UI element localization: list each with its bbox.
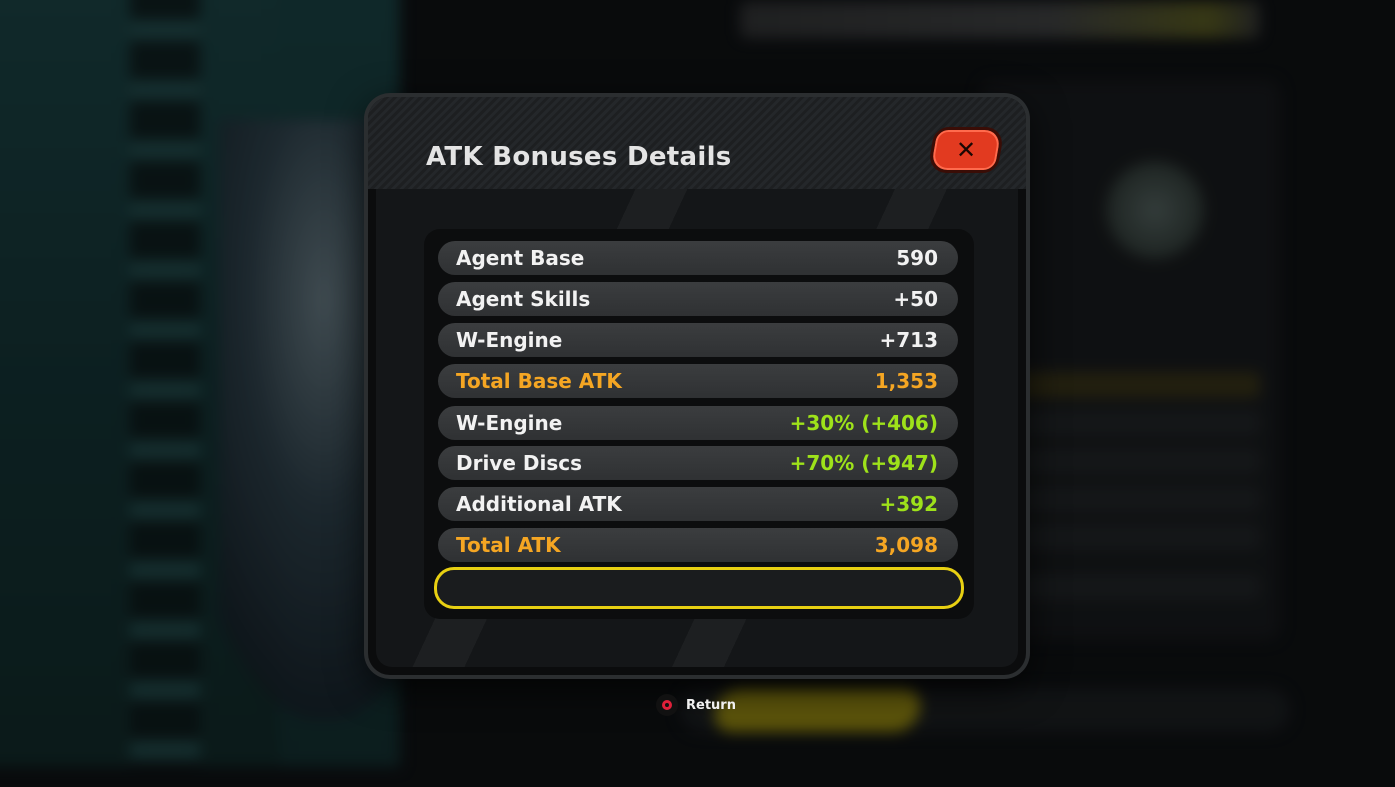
dialog-header: ATK Bonuses Details ✕ [368, 97, 1026, 189]
dialog-body: Agent Base 590 Agent Skills +50 W-Engine… [376, 189, 1018, 667]
close-icon: ✕ [955, 136, 977, 164]
stat-value: +392 [879, 492, 938, 516]
circle-button-icon [656, 694, 678, 716]
selected-row-highlight[interactable] [434, 567, 964, 609]
stat-value: +70% (+947) [789, 451, 938, 475]
stat-row-additional-atk: Additional ATK +392 [438, 487, 958, 521]
return-button[interactable]: Return [656, 692, 736, 718]
stat-value: 3,098 [874, 533, 938, 557]
stat-label: Total ATK [456, 533, 561, 557]
stat-value: 590 [896, 246, 938, 270]
stat-row-total-base-atk: Total Base ATK 1,353 [438, 364, 958, 398]
return-label: Return [686, 697, 736, 713]
stat-row-agent-skills: Agent Skills +50 [438, 282, 958, 316]
stat-label: Additional ATK [456, 492, 622, 516]
stats-panel: Agent Base 590 Agent Skills +50 W-Engine… [424, 229, 974, 619]
stat-row-w-engine-bonus: W-Engine +30% (+406) [438, 406, 958, 440]
close-button[interactable]: ✕ [926, 127, 1006, 173]
stat-value: 1,353 [874, 369, 938, 393]
stat-row-total-atk: Total ATK 3,098 [438, 528, 958, 562]
stat-row-agent-base: Agent Base 590 [438, 241, 958, 275]
stat-label: Drive Discs [456, 451, 583, 475]
stat-label: W-Engine [456, 328, 563, 352]
stat-label: Agent Base [456, 246, 585, 270]
dialog-title: ATK Bonuses Details [426, 142, 732, 172]
stat-label: W-Engine [456, 411, 563, 435]
stat-label: Total Base ATK [456, 369, 622, 393]
atk-bonuses-dialog: ATK Bonuses Details ✕ Agent Base 590 Age… [368, 97, 1026, 675]
stat-value: +30% (+406) [789, 411, 938, 435]
stat-row-w-engine-base: W-Engine +713 [438, 323, 958, 357]
stat-value: +50 [893, 287, 938, 311]
stat-label: Agent Skills [456, 287, 591, 311]
stat-row-drive-discs: Drive Discs +70% (+947) [438, 446, 958, 480]
stat-value: +713 [879, 328, 938, 352]
